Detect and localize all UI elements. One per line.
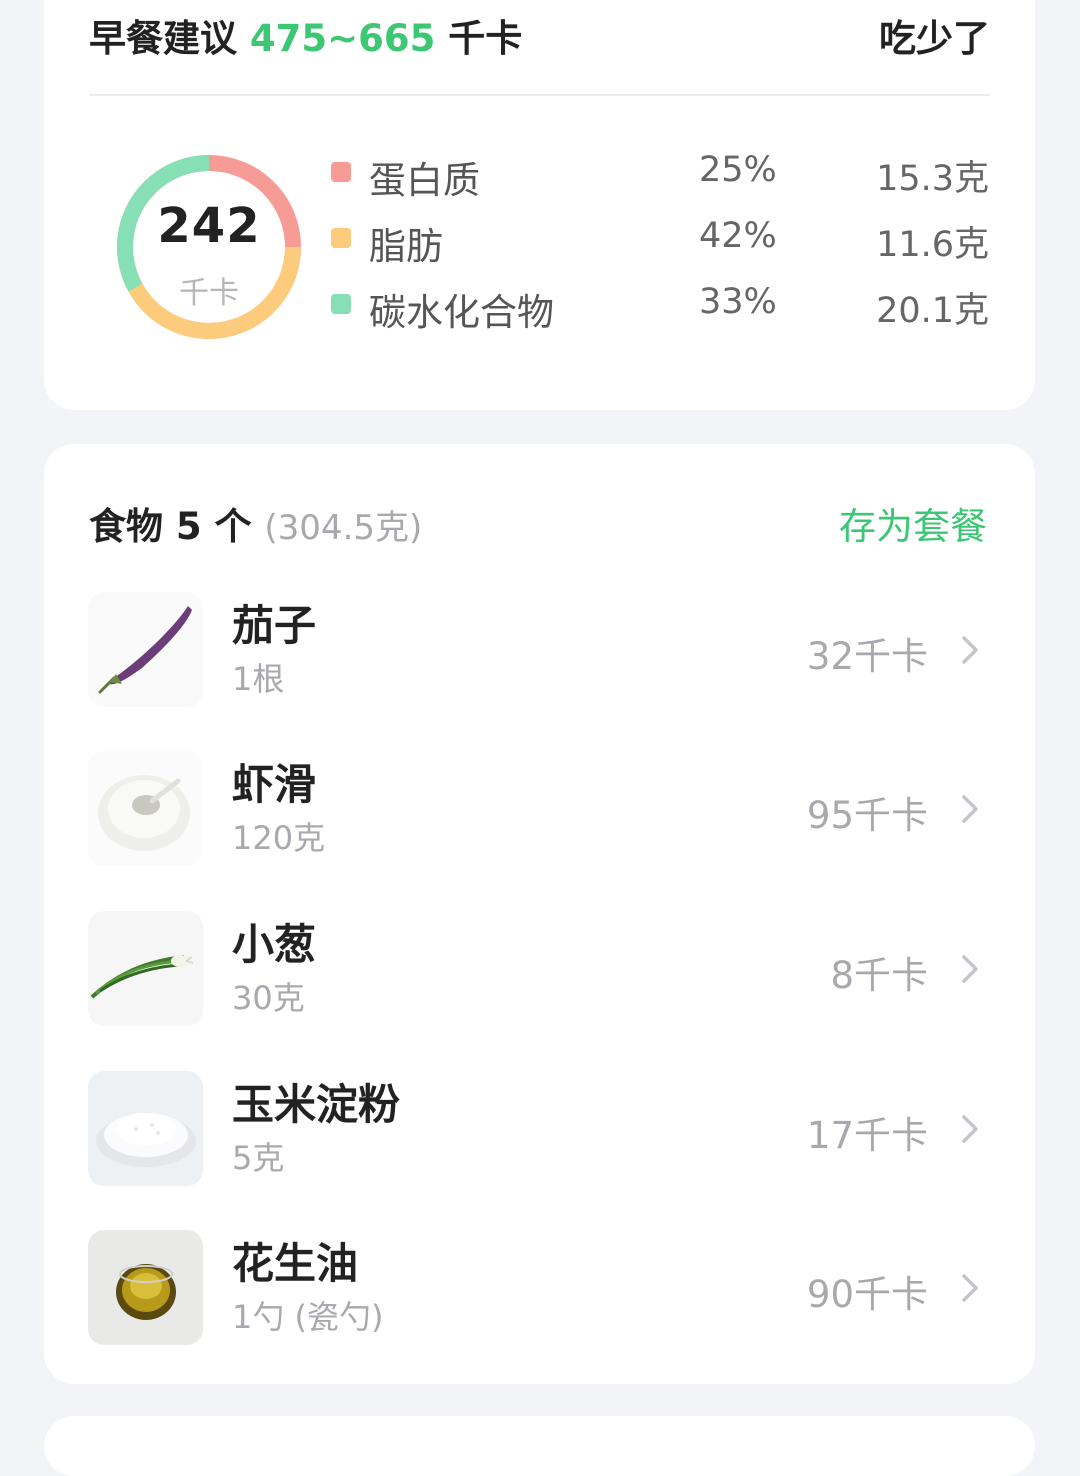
- food-kcal: 17千卡: [806, 1114, 928, 1157]
- food-list-title: 食物 5 个 (304.5克): [89, 505, 423, 548]
- food-item-eggplant[interactable]: 茄子 1根 32千卡: [88, 592, 988, 712]
- food-name: 虾滑: [232, 760, 317, 809]
- chevron-right-icon: [962, 795, 978, 823]
- food-item-shrimp-paste[interactable]: 虾滑 120克 95千卡: [88, 751, 988, 871]
- food-quantity: 30克: [232, 979, 305, 1017]
- macro-name: 脂肪: [369, 225, 443, 268]
- food-item-peanut-oil[interactable]: 花生油 1勺 (瓷勺) 90千卡: [88, 1230, 988, 1350]
- total-kcal: 242: [157, 198, 261, 254]
- food-list-card: 食物 5 个 (304.5克) 存为套餐 茄子 1根 32千卡 虾滑 120克 …: [44, 444, 1035, 1384]
- macro-row-fat: 脂肪 42% 11.6克: [329, 216, 989, 268]
- food-kcal: 8千卡: [830, 954, 928, 997]
- protein-legend-swatch: [331, 162, 351, 182]
- intake-status-button[interactable]: 吃少了: [879, 8, 990, 62]
- food-quantity: 120克: [232, 819, 326, 857]
- carbs-legend-swatch: [331, 294, 351, 314]
- next-card: [44, 1416, 1035, 1476]
- meal-summary-card: 早餐建议 475~665 千卡 吃少了 242 千卡 蛋白质 25% 15.3克…: [44, 0, 1035, 410]
- food-quantity: 1根: [232, 660, 285, 698]
- food-name: 花生油: [232, 1239, 359, 1288]
- macro-grams: 11.6克: [876, 225, 989, 265]
- macro-row-protein: 蛋白质 25% 15.3克: [329, 150, 989, 202]
- meal-recommendation-title: 早餐建议 475~665 千卡: [89, 17, 523, 60]
- save-as-meal-button[interactable]: 存为套餐: [839, 496, 987, 550]
- cornstarch-photo: [88, 1071, 203, 1186]
- chevron-right-icon: [962, 636, 978, 664]
- food-item-scallion[interactable]: 小葱 30克 8千卡: [88, 911, 988, 1031]
- macro-grams: 15.3克: [876, 159, 989, 199]
- food-name: 玉米淀粉: [232, 1080, 401, 1129]
- macro-row-carbs: 碳水化合物 33% 20.1克: [329, 282, 989, 334]
- chevron-right-icon: [962, 1115, 978, 1143]
- chevron-right-icon: [962, 955, 978, 983]
- food-kcal: 95千卡: [806, 794, 928, 837]
- chevron-right-icon: [962, 1274, 978, 1302]
- food-kcal: 90千卡: [806, 1273, 928, 1316]
- fat-legend-swatch: [331, 228, 351, 248]
- peanut-oil-photo: [88, 1230, 203, 1345]
- macro-percent: 25%: [699, 150, 777, 190]
- food-name: 茄子: [232, 601, 317, 650]
- food-total-weight: (304.5克): [264, 508, 423, 548]
- food-quantity: 1勺 (瓷勺): [232, 1298, 384, 1336]
- recommended-range: 475~665: [249, 17, 436, 60]
- eggplant-photo: [88, 592, 203, 707]
- food-quantity: 5克: [232, 1139, 285, 1177]
- macro-percent: 42%: [699, 216, 777, 256]
- food-name: 小葱: [232, 920, 317, 969]
- scallion-photo: [88, 911, 203, 1026]
- food-item-cornstarch[interactable]: 玉米淀粉 5克 17千卡: [88, 1071, 988, 1191]
- total-kcal-unit: 千卡: [179, 276, 239, 311]
- summary-header: 早餐建议 475~665 千卡 吃少了: [89, 0, 990, 96]
- shrimp-paste-photo: [88, 751, 203, 866]
- macro-name: 蛋白质: [369, 159, 480, 202]
- macro-grams: 20.1克: [876, 291, 989, 331]
- macro-percent: 33%: [699, 282, 777, 322]
- macro-name: 碳水化合物: [369, 291, 554, 334]
- food-kcal: 32千卡: [806, 635, 928, 678]
